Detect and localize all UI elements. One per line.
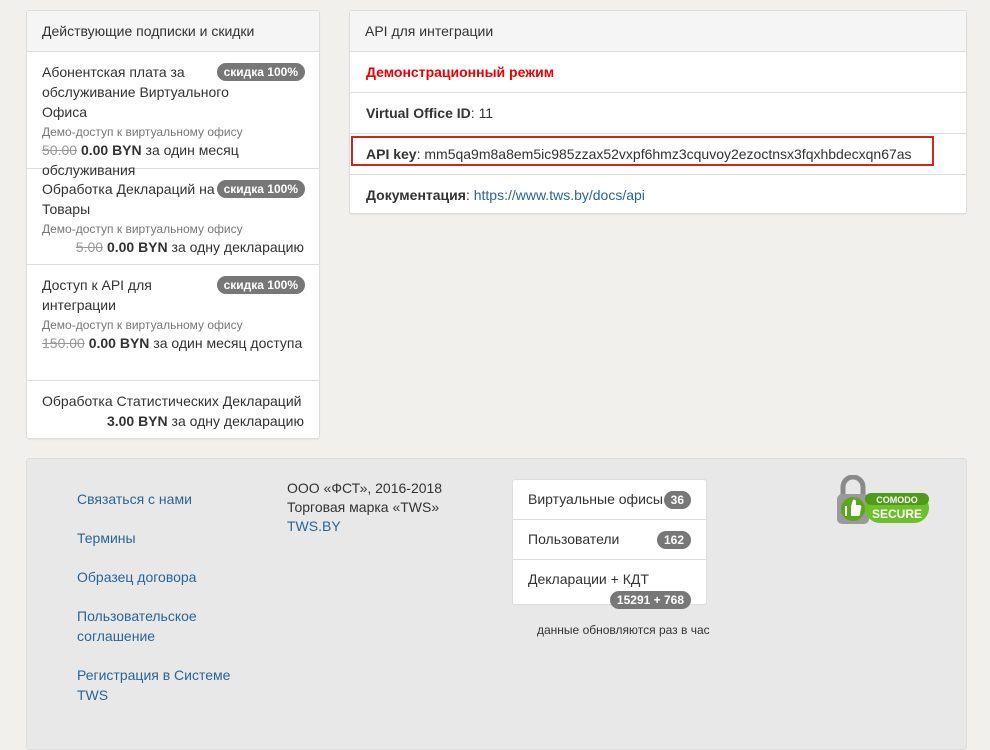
- footer-link-registration[interactable]: Регистрация в Системе TWS: [77, 665, 247, 705]
- footer: Связаться с нами Термины Образец договор…: [26, 458, 967, 750]
- discount-badge: скидка 100%: [216, 276, 305, 294]
- documentation-label: Документация: [366, 187, 466, 203]
- subscriptions-panel: Действующие подписки и скидки скидка 100…: [26, 10, 320, 439]
- old-price: 50.00: [42, 142, 78, 158]
- comodo-secure-logo: COMODO SECURE: [835, 474, 931, 530]
- subscription-title: Обработка Деклараций на Товары: [42, 181, 215, 217]
- footer-link-contact[interactable]: Связаться с нами: [77, 489, 247, 509]
- api-key-label: API key: [366, 146, 417, 162]
- stat-badge: 36: [663, 491, 691, 509]
- stat-row-users: Пользователи 162: [513, 520, 706, 560]
- api-panel: API для интеграции Демонстрационный режи…: [349, 10, 967, 214]
- subscriptions-heading: Действующие подписки и скидки: [27, 11, 319, 52]
- subscription-price: 3.00 BYN за одну декларацию: [42, 411, 304, 431]
- stat-label: Пользователи: [528, 531, 620, 547]
- virtual-office-row: Virtual Office ID: 11: [350, 93, 966, 134]
- stat-label: Виртуальные офисы: [528, 491, 663, 507]
- subscription-item: скидка 100% Доступ к API для интеграции …: [27, 265, 319, 381]
- old-price: 5.00: [75, 239, 104, 255]
- demo-mode-row: Демонстрационный режим: [350, 52, 966, 93]
- documentation-link[interactable]: https://www.tws.by/docs/api: [474, 187, 645, 203]
- subscription-note: Демо-доступ к виртуальному офису: [42, 318, 243, 332]
- virtual-office-id: 11: [478, 105, 494, 121]
- subscription-item: скидка 100% Обработка Деклараций на Това…: [27, 169, 319, 265]
- subscription-note: Демо-доступ к виртуальному офису: [42, 125, 243, 139]
- documentation-row: Документация: https://www.tws.by/docs/ap…: [366, 187, 645, 203]
- stats-update-note: данные обновляются раз в час: [537, 623, 710, 637]
- price-period: за одну декларацию: [171, 239, 304, 255]
- subscription-price: 5.00 0.00 BYN за одну декларацию: [42, 237, 304, 257]
- subscription-item: скидка 100% Абонентская плата за обслужи…: [27, 52, 319, 178]
- api-key-row: API key: mm5qa9m8a8em5ic985zzax52vxpf6hm…: [350, 134, 966, 175]
- new-price: 0.00 BYN: [106, 239, 168, 255]
- new-price: 0.00 BYN: [88, 335, 150, 351]
- stat-badge: 162: [656, 531, 691, 549]
- price-period: за один месяц доступа: [153, 335, 303, 351]
- discount-badge: скидка 100%: [216, 180, 305, 198]
- old-price: 150.00: [42, 335, 85, 351]
- site-link[interactable]: TWS.BY: [287, 518, 341, 534]
- new-price: 3.00 BYN: [106, 413, 168, 429]
- footer-copyright: ООО «ФСТ», 2016-2018 Торговая марка «TWS…: [287, 479, 442, 536]
- comodo-secure-text: SECURE: [872, 507, 922, 521]
- subscription-price: 150.00 0.00 BYN за один месяц доступа: [42, 333, 304, 353]
- trademark-text: Торговая марка «TWS»: [287, 499, 440, 515]
- subscription-item: Обработка Статистических Деклараций 3.00…: [27, 381, 319, 439]
- demo-mode-label: Демонстрационный режим: [366, 64, 555, 80]
- api-heading: API для интеграции: [350, 11, 966, 52]
- api-key-value[interactable]: mm5qa9m8a8em5ic985zzax52vxpf6hmz3cquvoy2…: [424, 146, 911, 162]
- stat-row-offices: Виртуальные офисы 36: [513, 480, 706, 520]
- discount-badge: скидка 100%: [216, 63, 305, 81]
- comodo-brand: COMODO: [876, 495, 918, 505]
- copyright-text: ООО «ФСТ», 2016-2018: [287, 480, 443, 496]
- subscription-title: Доступ к API для интеграции: [42, 277, 152, 313]
- footer-link-contract-sample[interactable]: Образец договора: [77, 567, 247, 587]
- subscription-note: Демо-доступ к виртуальному офису: [42, 222, 243, 236]
- stat-row-declarations: Декларации + КДТ 15291 + 768: [513, 560, 706, 609]
- footer-link-user-agreement[interactable]: Пользовательское соглашение: [77, 606, 217, 646]
- new-price: 0.00 BYN: [80, 142, 142, 158]
- footer-link-terms[interactable]: Термины: [77, 528, 247, 548]
- price-period: за одну декларацию: [171, 413, 304, 429]
- stat-badge: 15291 + 768: [609, 591, 691, 609]
- stats-list: Виртуальные офисы 36 Пользователи 162 Де…: [512, 479, 707, 609]
- stat-label: Декларации + КДТ: [528, 571, 649, 587]
- virtual-office-label: Virtual Office ID: [366, 105, 471, 121]
- footer-links: Связаться с нами Термины Образец договор…: [77, 489, 247, 724]
- subscription-title: Обработка Статистических Деклараций: [42, 393, 302, 409]
